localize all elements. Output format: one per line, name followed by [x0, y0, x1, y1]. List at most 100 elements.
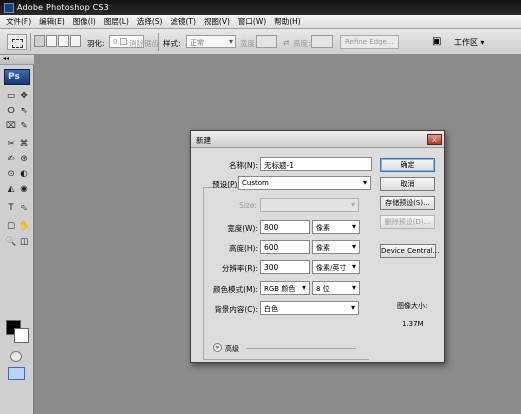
notes-tool-icon[interactable]: ▢	[5, 221, 17, 232]
chevron-down-icon: ▾	[350, 303, 355, 312]
swap-icon[interactable]: ⇄	[283, 38, 289, 47]
background-value: 白色	[264, 305, 278, 313]
resolution-input[interactable]: 300	[260, 260, 310, 274]
advanced-divider	[246, 348, 356, 349]
preset-select[interactable]: Custom ▾	[238, 176, 371, 190]
path-selection-icon[interactable]: ⬁	[18, 203, 30, 214]
resolution-label: 分辨率(R):	[221, 264, 258, 273]
bit-depth-select[interactable]: 8 位 ▾	[312, 281, 360, 295]
save-preset-button[interactable]: 存储预设(S)...	[380, 196, 435, 210]
ps-logo[interactable]: Ps	[4, 69, 30, 85]
resolution-unit-value: 像素/英寸	[316, 264, 347, 272]
toolbox: ◂◂ Ps ▭ ✥ ⵔ ⇖ ⌧ ✎ ✂ ⌘ ✍ ⊛ ⊙ ◐ ◭ ◉ T ⬁ ▢ …	[0, 55, 34, 414]
style-select[interactable]: 正常	[186, 35, 236, 48]
menu-help[interactable]: 帮助(H)	[270, 16, 305, 27]
subtract-selection-mode[interactable]	[58, 35, 69, 47]
intersect-selection-mode[interactable]	[70, 35, 81, 47]
chevron-down-icon: ▾	[351, 283, 356, 292]
gradient-tool-icon[interactable]: ◐	[18, 169, 30, 180]
name-input[interactable]: 无标题-1	[260, 157, 372, 171]
separator	[158, 33, 159, 51]
add-selection-mode[interactable]	[46, 35, 57, 47]
antialias-checkbox[interactable]	[120, 38, 127, 45]
chevron-down-icon: ▾	[351, 242, 356, 251]
hand-tool-icon[interactable]: 🔍	[5, 237, 17, 248]
separator	[30, 33, 31, 51]
image-size-label: 图像大小:	[397, 302, 428, 310]
eraser-tool-icon[interactable]: ⊙	[5, 169, 17, 180]
menu-bar: 文件(F) 编辑(E) 图像(I) 图层(L) 选择(S) 滤镜(T) 视图(V…	[0, 15, 521, 29]
width-label: 宽度(W):	[227, 224, 258, 233]
menu-file[interactable]: 文件(F)	[2, 16, 35, 27]
color-mode-label: 颜色模式(M):	[213, 285, 258, 294]
dialog-close-button[interactable]: x	[427, 134, 442, 145]
chevron-down-icon: ▾	[351, 262, 356, 271]
toolbox-grip[interactable]: ◂◂	[0, 55, 34, 65]
zoom-tool-icon[interactable]: ◫	[18, 237, 30, 248]
dialog-body: 名称(N): 无标题-1 预设(P): Custom ▾ Size: ▾ 宽度(W…	[194, 149, 374, 360]
antialias-label: 消除锯齿	[129, 39, 159, 48]
color-mode-select[interactable]: RGB 颜色 ▾	[260, 281, 310, 295]
eyedropper-tool-icon[interactable]: ✋	[18, 221, 30, 232]
chevron-down-icon: ▾	[301, 283, 306, 292]
menu-layer[interactable]: 图层(L)	[100, 16, 133, 27]
ok-button[interactable]: 确定	[380, 158, 435, 172]
resolution-unit-select[interactable]: 像素/英寸 ▾	[312, 260, 360, 274]
dialog-title-bar[interactable]: 新建 x	[191, 131, 444, 148]
menu-filter[interactable]: 滤镜(T)	[167, 16, 200, 27]
height-input[interactable]	[311, 35, 333, 48]
crop-tool-icon[interactable]: ⌧	[5, 121, 17, 132]
chevron-down-icon: ▾	[362, 178, 367, 187]
cancel-button[interactable]: 取消	[380, 177, 435, 191]
bit-depth-value: 8 位	[316, 285, 330, 293]
quick-mask-icon[interactable]	[10, 351, 22, 362]
height-unit-select[interactable]: 像素 ▾	[312, 240, 360, 254]
stamp-tool-icon[interactable]: ✍	[5, 154, 17, 165]
background-label: 背景内容(C):	[214, 305, 258, 314]
menu-view[interactable]: 视图(V)	[200, 16, 234, 27]
background-color-swatch[interactable]	[14, 328, 29, 343]
slice-tool-icon[interactable]: ✎	[18, 121, 30, 132]
magic-wand-icon[interactable]: ⇖	[18, 106, 30, 117]
dodge-tool-icon[interactable]: ◉	[18, 184, 30, 195]
tool-preset-picker[interactable]	[7, 34, 27, 50]
height-label: 高度(H):	[228, 244, 258, 253]
healing-tool-icon[interactable]: ✂	[5, 139, 17, 150]
type-tool-icon[interactable]: T	[5, 203, 17, 214]
chevron-down-icon: ▾	[351, 222, 356, 231]
history-brush-icon[interactable]: ⊛	[18, 154, 30, 165]
background-select[interactable]: 白色 ▾	[260, 301, 359, 315]
height-input[interactable]: 600	[260, 240, 310, 254]
brush-tool-icon[interactable]: ⌘	[18, 139, 30, 150]
width-unit-select[interactable]: 像素 ▾	[312, 220, 360, 234]
size-label: Size:	[239, 201, 257, 210]
width-label: 宽度:	[240, 39, 258, 48]
new-selection-mode[interactable]	[34, 35, 45, 47]
workspace-menu[interactable]: 工作区 ▾	[454, 37, 485, 48]
menu-edit[interactable]: 编辑(E)	[35, 16, 69, 27]
delete-preset-button[interactable]: 删除预设(D)...	[380, 215, 435, 229]
menu-select[interactable]: 选择(S)	[133, 16, 167, 27]
title-bar: Adobe Photoshop CS3	[0, 0, 521, 15]
new-document-dialog: 新建 x 名称(N): 无标题-1 预设(P): Custom ▾ Size: ▾…	[190, 130, 445, 363]
lasso-tool-icon[interactable]: ⵔ	[5, 106, 17, 117]
width-unit-value: 像素	[316, 224, 330, 232]
move-tool-icon[interactable]: ✥	[18, 91, 30, 102]
blur-tool-icon[interactable]: ◭	[5, 184, 17, 195]
menu-image[interactable]: 图像(I)	[69, 16, 100, 27]
app-icon	[4, 2, 14, 13]
color-mode-value: RGB 颜色	[264, 285, 296, 293]
width-input[interactable]: 800	[260, 220, 310, 234]
size-select[interactable]: ▾	[260, 198, 359, 212]
marquee-tool-icon[interactable]: ▭	[5, 91, 17, 102]
advanced-toggle-icon[interactable]: »	[213, 343, 222, 352]
height-unit-value: 像素	[316, 244, 330, 252]
preset-value: Custom	[242, 179, 269, 187]
device-central-button[interactable]: Device Central...	[380, 244, 439, 258]
width-input[interactable]	[256, 35, 277, 48]
screen-mode-icon[interactable]	[8, 367, 25, 380]
refine-edge-button[interactable]: Refine Edge...	[340, 35, 399, 49]
advanced-label[interactable]: 高级	[225, 344, 239, 354]
palette-well-icon[interactable]: ▣	[432, 36, 441, 47]
menu-window[interactable]: 窗口(W)	[234, 16, 270, 27]
